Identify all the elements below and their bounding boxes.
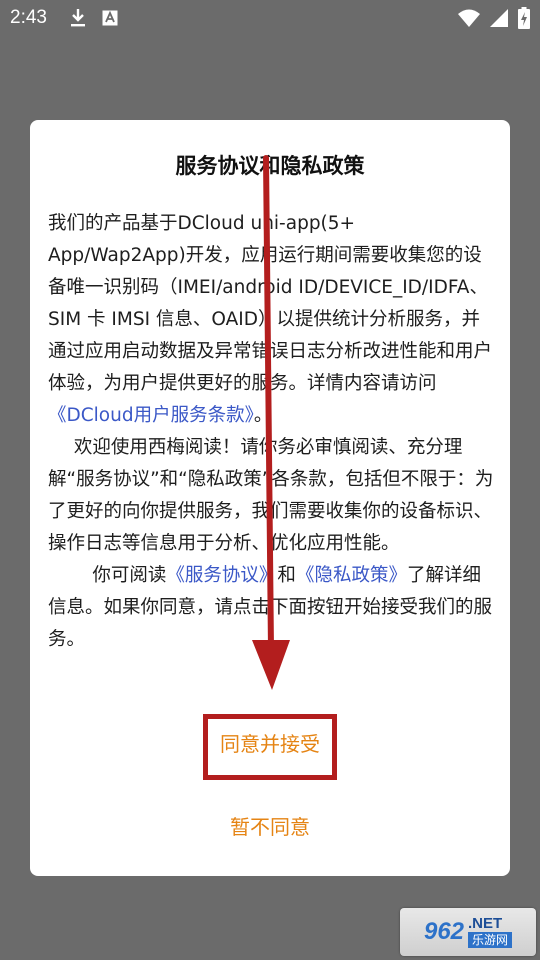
dialog-body: 我们的产品基于DCloud uni-app(5+ App/Wap2App)开发，… <box>48 208 496 656</box>
read-middle: 和 <box>277 565 296 586</box>
status-bar: 2:43 <box>0 0 540 38</box>
watermark-suffix: .NET <box>468 915 503 932</box>
read-prefix: 你可阅读 <box>92 565 167 586</box>
system-icons <box>458 7 530 33</box>
download-icon <box>70 8 86 32</box>
notification-icons <box>70 8 118 32</box>
battery-charging-icon <box>518 7 530 33</box>
decline-button[interactable]: 暂不同意 <box>30 800 510 850</box>
site-watermark-logo: 962 .NET 乐游网 <box>400 908 536 956</box>
text-notification-icon <box>102 10 118 30</box>
paragraph-sdk-notice: 我们的产品基于DCloud uni-app(5+ App/Wap2App)开发，… <box>48 208 496 432</box>
paragraph-read-more: 你可阅读《服务协议》和《隐私政策》了解详细信息。如果你同意，请点击下面按钮开始接… <box>48 560 496 656</box>
watermark-right: .NET 乐游网 <box>468 915 513 948</box>
status-time: 2:43 <box>10 7 47 28</box>
dcloud-terms-link[interactable]: 《DCloud用户服务条款》 <box>48 405 254 426</box>
watermark-digits: 962 <box>423 918 465 945</box>
annotation-highlight-box <box>203 714 337 780</box>
dialog-title: 服务协议和隐私政策 <box>175 154 365 178</box>
sdk-notice-end: 。 <box>253 405 273 426</box>
wifi-icon <box>458 9 480 31</box>
privacy-policy-link[interactable]: 《隐私政策》 <box>296 565 407 586</box>
sdk-notice-text: 我们的产品基于DCloud uni-app(5+ App/Wap2App)开发，… <box>48 213 493 394</box>
service-agreement-link[interactable]: 《服务协议》 <box>166 565 277 586</box>
signal-icon <box>490 9 508 31</box>
watermark-site-name: 乐游网 <box>468 932 513 948</box>
paragraph-welcome: 欢迎使用西梅阅读！请你务必审慎阅读、充分理解“服务协议”和“隐私政策”各条款，包… <box>48 437 494 554</box>
